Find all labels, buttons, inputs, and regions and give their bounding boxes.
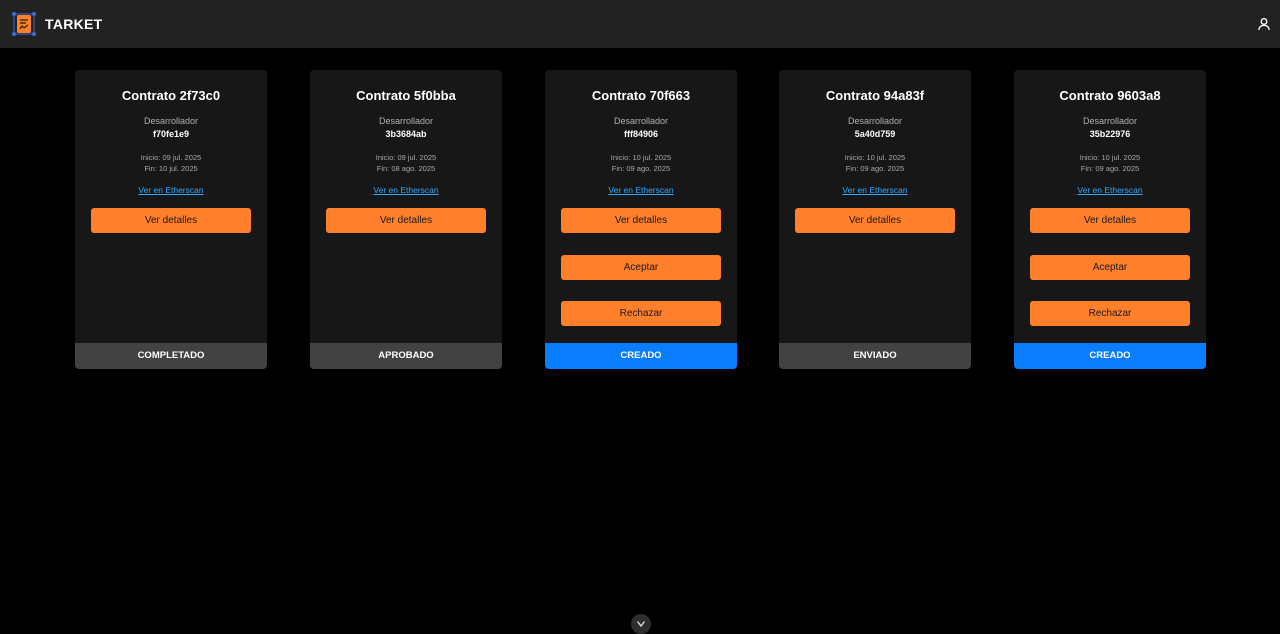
start-date: Inicio: 09 jul. 2025 bbox=[375, 153, 437, 162]
status-badge: APROBADO bbox=[310, 343, 502, 369]
developer-id: f70fe1e9 bbox=[152, 129, 190, 139]
start-date: Inicio: 10 jul. 2025 bbox=[610, 153, 672, 162]
etherscan-link[interactable]: Ver en Etherscan bbox=[75, 185, 267, 195]
view-details-button[interactable]: Ver detalles bbox=[326, 208, 486, 233]
contract-title: Contrato 5f0bba bbox=[356, 88, 456, 103]
start-date: Inicio: 10 jul. 2025 bbox=[1079, 153, 1141, 162]
etherscan-link[interactable]: Ver en Etherscan bbox=[779, 185, 971, 195]
view-details-button[interactable]: Ver detalles bbox=[795, 208, 955, 233]
etherscan-link[interactable]: Ver en Etherscan bbox=[545, 185, 737, 195]
reject-button[interactable]: Rechazar bbox=[1030, 301, 1190, 326]
top-bar: TARKET bbox=[0, 0, 1280, 48]
view-details-button[interactable]: Ver detalles bbox=[1030, 208, 1190, 233]
etherscan-link[interactable]: Ver en Etherscan bbox=[310, 185, 502, 195]
start-date: Inicio: 10 jul. 2025 bbox=[844, 153, 906, 162]
developer-label: Desarrollador bbox=[143, 116, 199, 126]
status-badge: ENVIADO bbox=[779, 343, 971, 369]
brand-name: TARKET bbox=[45, 16, 103, 32]
end-date: Fin: 09 ago. 2025 bbox=[611, 164, 671, 173]
view-details-button[interactable]: Ver detalles bbox=[91, 208, 251, 233]
developer-label: Desarrollador bbox=[847, 116, 903, 126]
status-badge: CREADO bbox=[545, 343, 737, 369]
end-date: Fin: 09 ago. 2025 bbox=[1080, 164, 1140, 173]
developer-id: 3b3684ab bbox=[385, 129, 427, 139]
chevron-down-icon bbox=[636, 621, 646, 628]
status-badge: COMPLETADO bbox=[75, 343, 267, 369]
view-details-button[interactable]: Ver detalles bbox=[561, 208, 721, 233]
developer-id: 5a40d759 bbox=[854, 129, 896, 139]
end-date: Fin: 10 jul. 2025 bbox=[144, 164, 198, 173]
reject-button[interactable]: Rechazar bbox=[561, 301, 721, 326]
accept-button[interactable]: Aceptar bbox=[561, 255, 721, 280]
contract-title: Contrato 2f73c0 bbox=[121, 88, 221, 103]
developer-id: fff84906 bbox=[623, 129, 659, 139]
contract-title: Contrato 70f663 bbox=[591, 88, 691, 103]
contract-card: Contrato 5f0bba Desarrollador 3b3684ab I… bbox=[310, 70, 502, 369]
user-icon[interactable] bbox=[1257, 17, 1271, 31]
contract-title: Contrato 94a83f bbox=[825, 88, 925, 103]
developer-id: 35b22976 bbox=[1089, 129, 1131, 139]
contract-card: Contrato 9603a8 Desarrollador 35b22976 I… bbox=[1014, 70, 1206, 369]
contract-card: Contrato 94a83f Desarrollador 5a40d759 I… bbox=[779, 70, 971, 369]
scroll-down-button[interactable] bbox=[631, 614, 651, 634]
end-date: Fin: 08 ago. 2025 bbox=[376, 164, 436, 173]
developer-label: Desarrollador bbox=[378, 116, 434, 126]
start-date: Inicio: 09 jul. 2025 bbox=[140, 153, 202, 162]
etherscan-link[interactable]: Ver en Etherscan bbox=[1014, 185, 1206, 195]
developer-label: Desarrollador bbox=[1082, 116, 1138, 126]
status-badge: CREADO bbox=[1014, 343, 1206, 369]
end-date: Fin: 09 ago. 2025 bbox=[845, 164, 905, 173]
contract-card: Contrato 70f663 Desarrollador fff84906 I… bbox=[545, 70, 737, 369]
accept-button[interactable]: Aceptar bbox=[1030, 255, 1190, 280]
developer-label: Desarrollador bbox=[613, 116, 669, 126]
contract-card: Contrato 2f73c0 Desarrollador f70fe1e9 I… bbox=[75, 70, 267, 369]
contract-document-icon[interactable] bbox=[11, 11, 37, 37]
contract-title: Contrato 9603a8 bbox=[1059, 88, 1161, 103]
